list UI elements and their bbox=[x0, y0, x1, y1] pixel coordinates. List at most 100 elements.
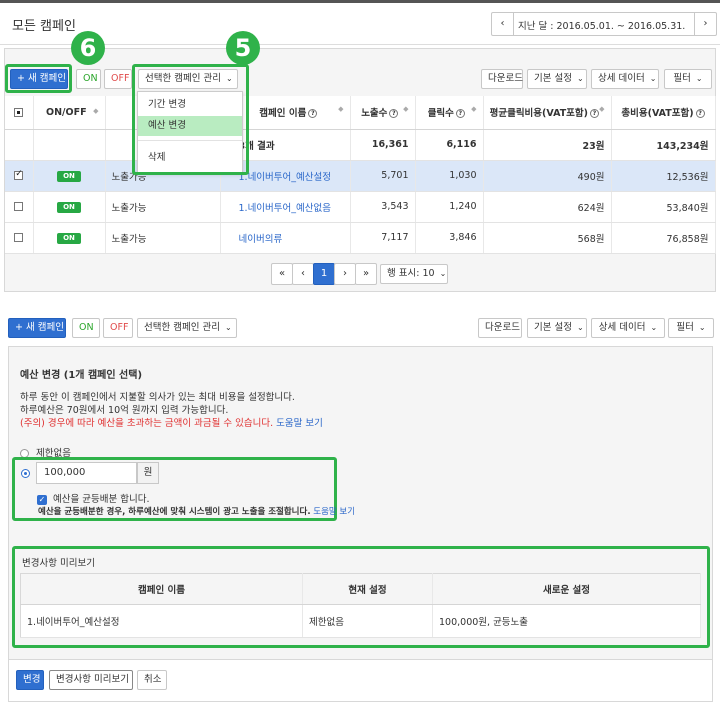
date-range-label[interactable]: 지난 달 : 2016.05.01. ~ 2016.05.31. bbox=[518, 18, 685, 32]
select-all-checkbox[interactable] bbox=[5, 96, 34, 130]
rows-per-page-select[interactable]: 행 표시: 10 ⌄ bbox=[380, 264, 448, 284]
even-distribution-option[interactable]: ✓ 예산을 균등배분 합니다. bbox=[37, 491, 150, 505]
off-button-2[interactable]: OFF bbox=[103, 318, 133, 338]
even-distribution-label: 예산을 균등배분 합니다. bbox=[53, 494, 150, 505]
cancel-button[interactable]: 취소 bbox=[137, 670, 167, 690]
checkbox-checked-icon[interactable]: ✓ bbox=[37, 494, 47, 505]
on-button-2[interactable]: ON bbox=[72, 318, 100, 338]
basic-settings-dropdown[interactable]: 기본 설정 ⌄ bbox=[527, 69, 587, 89]
preview-campaign-name: 1.네이버투어_예산설정 bbox=[20, 604, 303, 638]
download-button-2[interactable]: 다운로드 bbox=[478, 318, 522, 338]
col-onoff[interactable]: ON/OFF ◆ bbox=[33, 96, 106, 130]
filter-dropdown[interactable]: 필터 ⌄ bbox=[664, 69, 712, 89]
filter-label: 필터 bbox=[676, 322, 694, 333]
summary-row: 3개 결과 16,361 6,116 23원 143,234원 bbox=[5, 129, 716, 161]
summary-impressions: 16,361 bbox=[350, 129, 416, 161]
preview-title: 변경사항 미리보기 bbox=[22, 558, 95, 569]
row-toggle[interactable]: ON bbox=[33, 222, 106, 254]
row-clicks: 3,846 bbox=[415, 222, 484, 254]
row-cpc: 490원 bbox=[483, 160, 612, 192]
row-name-link[interactable]: 1.네이버투어_예산없음 bbox=[220, 191, 351, 223]
chevron-down-icon: ⌄ bbox=[576, 323, 584, 332]
change-button[interactable]: 변경 bbox=[16, 670, 44, 690]
chevron-down-icon: ⌄ bbox=[439, 269, 447, 278]
row-clicks: 1,240 bbox=[415, 191, 484, 223]
detail-data-label: 상세 데이터 bbox=[598, 322, 646, 333]
row-cost: 12,536원 bbox=[611, 160, 716, 192]
detail-data-dropdown-2[interactable]: 상세 데이터 ⌄ bbox=[591, 318, 665, 338]
manage-campaign-dropdown-2[interactable]: 선택한 캠페인 관리 ⌄ bbox=[137, 318, 237, 338]
col-cost[interactable]: 총비용(VAT포함)? bbox=[611, 96, 716, 130]
next-page-button[interactable]: › bbox=[334, 263, 356, 285]
help-icon: ? bbox=[308, 109, 318, 119]
budget-amount-input[interactable]: 100,000 bbox=[36, 462, 137, 484]
new-campaign-button-2[interactable]: + 새 캠페인 bbox=[8, 318, 66, 338]
off-button[interactable]: OFF bbox=[104, 69, 132, 89]
rows-per-page-label: 행 표시: 10 bbox=[387, 268, 435, 279]
budget-title: 예산 변경 (1개 캠페인 선택) bbox=[20, 370, 143, 381]
detail-data-dropdown[interactable]: 상세 데이터 ⌄ bbox=[591, 69, 659, 89]
preview-current-setting: 제한없음 bbox=[302, 604, 433, 638]
prev-page-button[interactable]: ‹ bbox=[292, 263, 314, 285]
filter-label: 필터 bbox=[673, 73, 691, 84]
help-icon: ? bbox=[695, 109, 705, 119]
row-toggle[interactable]: ON bbox=[33, 160, 106, 192]
radio-amount[interactable] bbox=[21, 468, 30, 478]
basic-settings-label: 기본 설정 bbox=[534, 73, 572, 84]
new-campaign-highlight bbox=[5, 64, 72, 93]
col-impressions[interactable]: 노출수? ◆ bbox=[350, 96, 416, 130]
table-row: ON 노출가능 네이버의류 7,117 3,846 568원 76,858원 bbox=[5, 222, 716, 254]
preview-col-name: 캠페인 이름 bbox=[20, 573, 303, 605]
row-name-link[interactable]: 네이버의류 bbox=[220, 222, 351, 254]
campaign-table: ON/OFF◆ 상태 캠페인 이름?◆ 노출수?◆ 클릭수?◆ 평균클릭비용(V… bbox=[5, 96, 716, 254]
chevron-down-icon: ⌄ bbox=[650, 323, 658, 332]
row-clicks: 1,030 bbox=[415, 160, 484, 192]
row-checkbox[interactable] bbox=[5, 160, 34, 192]
row-cpc: 624원 bbox=[483, 191, 612, 223]
chevron-down-icon: ⌄ bbox=[649, 74, 657, 83]
preview-row: 1.네이버투어_예산설정 제한없음 100,000원, 균등노출 bbox=[20, 604, 701, 638]
row-impressions: 7,117 bbox=[350, 222, 416, 254]
preview-header-row: 캠페인 이름 현재 설정 새로운 설정 bbox=[20, 573, 701, 605]
basic-settings-dropdown-2[interactable]: 기본 설정 ⌄ bbox=[527, 318, 587, 338]
first-page-button[interactable]: « bbox=[271, 263, 293, 285]
warning-text: (주의) 경우에 따라 예산을 초과하는 금액이 과금될 수 있습니다. bbox=[20, 418, 274, 429]
even-distribution-desc: 예산을 균등배분한 경우, 하루예산에 맞춰 시스템이 광고 노출을 조절합니다… bbox=[38, 505, 355, 517]
row-status: 노출가능 bbox=[105, 222, 221, 254]
table-row: ON 노출가능 1.네이버투어_예산설정 5,701 1,030 490원 12… bbox=[5, 160, 716, 192]
even-help-link[interactable]: 도움말 보기 bbox=[313, 507, 355, 517]
filter-dropdown-2[interactable]: 필터 ⌄ bbox=[668, 318, 714, 338]
download-button[interactable]: 다운로드 bbox=[481, 69, 523, 89]
col-cpc[interactable]: 평균클릭비용(VAT포함)? ◆ bbox=[483, 96, 612, 130]
preview-changes-button[interactable]: 변경사항 미리보기 bbox=[49, 670, 133, 690]
row-cpc: 568원 bbox=[483, 222, 612, 254]
chevron-left-icon[interactable]: ‹ bbox=[492, 13, 514, 35]
row-checkbox[interactable] bbox=[5, 191, 34, 223]
row-toggle[interactable]: ON bbox=[33, 191, 106, 223]
date-range-control: ‹ 지난 달 : 2016.05.01. ~ 2016.05.31. › bbox=[491, 12, 717, 36]
help-icon: ? bbox=[455, 109, 465, 119]
chevron-right-icon[interactable]: › bbox=[694, 13, 716, 35]
basic-settings-label: 기본 설정 bbox=[534, 322, 572, 333]
budget-desc-2: 하루예산은 70원에서 10억 원까지 입력 가능합니다. bbox=[20, 405, 229, 416]
on-button[interactable]: ON bbox=[76, 69, 101, 89]
help-link[interactable]: 도움말 보기 bbox=[276, 418, 323, 429]
manage-menu-highlight bbox=[132, 64, 249, 175]
chevron-down-icon: ⌄ bbox=[698, 323, 706, 332]
table-header-row: ON/OFF◆ 상태 캠페인 이름?◆ 노출수?◆ 클릭수?◆ 평균클릭비용(V… bbox=[5, 96, 716, 130]
manage-label: 선택한 캠페인 관리 bbox=[144, 322, 220, 333]
row-status: 노출가능 bbox=[105, 191, 221, 223]
page-header: 모든 캠페인 ‹ 지난 달 : 2016.05.01. ~ 2016.05.31… bbox=[0, 3, 720, 45]
last-page-button[interactable]: » bbox=[355, 263, 377, 285]
page-1-button[interactable]: 1 bbox=[313, 263, 335, 285]
page-title: 모든 캠페인 bbox=[12, 19, 76, 34]
col-clicks[interactable]: 클릭수? ◆ bbox=[415, 96, 484, 130]
preview-table: 캠페인 이름 현재 설정 새로운 설정 1.네이버투어_예산설정 제한없음 10… bbox=[20, 573, 701, 638]
row-checkbox[interactable] bbox=[5, 222, 34, 254]
preview-col-new: 새로운 설정 bbox=[432, 573, 701, 605]
help-icon: ? bbox=[590, 109, 599, 119]
budget-desc-1: 하루 동안 이 캠페인에서 지불할 의사가 있는 최대 비용을 설정합니다. bbox=[20, 392, 295, 403]
chevron-down-icon: ⌄ bbox=[224, 323, 232, 332]
row-cost: 76,858원 bbox=[611, 222, 716, 254]
preview-new-setting: 100,000원, 균등노출 bbox=[432, 604, 701, 638]
